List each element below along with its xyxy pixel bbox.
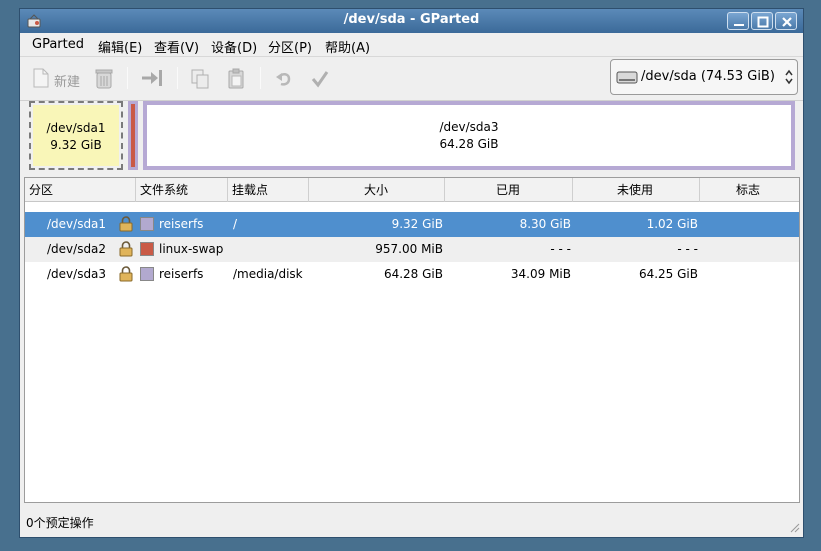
filesystem-color-swatch <box>140 267 154 281</box>
paste-button[interactable] <box>226 66 248 92</box>
delete-button[interactable] <box>94 66 116 92</box>
menu-gparted[interactable]: GParted <box>32 37 84 52</box>
column-header-unused[interactable]: 未使用 <box>573 178 700 202</box>
cell-unused: 1.02 GiB <box>646 217 698 231</box>
column-header-size[interactable]: 大小 <box>309 178 445 202</box>
minimize-icon <box>734 24 744 26</box>
resize-grip-icon[interactable] <box>788 521 800 533</box>
menu-help[interactable]: 帮助(A) <box>325 37 370 56</box>
toolbar-separator <box>177 67 178 89</box>
table-header: 分区 文件系统 挂载点 大小 已用 未使用 标志 <box>25 178 799 202</box>
new-button[interactable]: 新建 <box>32 66 84 92</box>
cell-mountpoint: /media/disk <box>233 267 303 281</box>
device-selector[interactable]: /dev/sda (74.53 GiB) <box>610 59 798 95</box>
partition-table: 分区 文件系统 挂载点 大小 已用 未使用 标志 /dev/sda1 reise… <box>24 177 800 503</box>
delete-icon <box>95 69 113 89</box>
column-header-partition[interactable]: 分区 <box>25 178 136 202</box>
maximize-icon <box>757 16 769 28</box>
cell-mountpoint: / <box>233 217 238 231</box>
apply-icon <box>311 71 329 88</box>
lock-icon <box>119 241 133 257</box>
sda1-usage-fill: /dev/sda1 9.32 GiB <box>33 105 119 166</box>
undo-icon <box>276 73 291 86</box>
cell-used: 8.30 GiB <box>519 217 571 231</box>
lock-icon <box>119 216 133 232</box>
column-header-filesystem[interactable]: 文件系统 <box>136 178 228 202</box>
cell-size: 9.32 GiB <box>391 217 443 231</box>
close-button[interactable] <box>775 12 797 30</box>
diskmap-label-size: 64.28 GiB <box>439 137 499 151</box>
gparted-window: /dev/sda - GParted GParted 编辑(E) 查看(V) 设… <box>19 8 804 538</box>
resize-move-button[interactable] <box>140 66 166 92</box>
new-label: 新建 <box>54 75 81 90</box>
diskmap-partition-sda1[interactable]: /dev/sda1 9.32 GiB <box>29 101 123 170</box>
paste-icon <box>228 68 244 89</box>
pending-operations-status: 0个预定操作 <box>26 516 94 530</box>
new-icon <box>33 68 49 88</box>
column-header-flags[interactable]: 标志 <box>700 178 799 202</box>
cell-partition: /dev/sda2 <box>47 242 107 256</box>
diskmap-partition-sda2[interactable] <box>128 101 138 170</box>
menu-edit[interactable]: 编辑(E) <box>98 37 142 56</box>
column-header-mountpoint[interactable]: 挂载点 <box>228 178 309 202</box>
table-row[interactable]: /dev/sda1 reiserfs / 9.32 GiB 8.30 GiB 1… <box>25 212 799 237</box>
hard-disk-icon <box>616 71 638 84</box>
copy-button[interactable] <box>190 66 212 92</box>
device-selector-value: /dev/sda (74.53 GiB) <box>641 69 775 84</box>
cell-used: 34.09 MiB <box>510 267 571 281</box>
menu-view[interactable]: 查看(V) <box>154 37 199 56</box>
minimize-button[interactable] <box>727 12 749 30</box>
diskmap-label-name: /dev/sda3 <box>439 120 499 134</box>
maximize-button[interactable] <box>751 12 773 30</box>
toolbar-separator <box>127 67 128 89</box>
toolbar: 新建 /dev/sda (74.53 GiB) <box>20 57 803 101</box>
cell-used: - - - <box>550 242 571 256</box>
lock-icon <box>119 266 133 282</box>
status-bar: 0个预定操作 <box>24 509 800 533</box>
diskmap-label-name: /dev/sda1 <box>46 121 106 135</box>
cell-partition: /dev/sda3 <box>47 267 107 281</box>
toolbar-separator <box>260 67 261 89</box>
cell-partition: /dev/sda1 <box>47 217 107 231</box>
cell-unused: - - - <box>677 242 698 256</box>
window-title: /dev/sda - GParted <box>343 12 480 27</box>
cell-filesystem: reiserfs <box>159 267 204 281</box>
table-row[interactable]: /dev/sda2 linux-swap 957.00 MiB - - - - … <box>25 237 799 262</box>
title-bar[interactable]: /dev/sda - GParted <box>20 9 803 33</box>
menu-device[interactable]: 设备(D) <box>211 37 257 56</box>
undo-button[interactable] <box>274 66 296 92</box>
combo-arrows-icon <box>785 69 793 85</box>
diskmap-partition-sda3[interactable]: /dev/sda3 64.28 GiB <box>143 101 795 170</box>
cell-size: 957.00 MiB <box>375 242 443 256</box>
apply-button[interactable] <box>310 66 332 92</box>
cell-filesystem: reiserfs <box>159 217 204 231</box>
close-icon <box>782 17 792 27</box>
cell-unused: 64.25 GiB <box>638 267 698 281</box>
filesystem-color-swatch <box>140 217 154 231</box>
menu-partition[interactable]: 分区(P) <box>268 37 312 56</box>
cell-filesystem: linux-swap <box>159 242 224 256</box>
copy-icon <box>191 69 209 89</box>
diskmap-label-size: 9.32 GiB <box>50 138 102 152</box>
cell-size: 64.28 GiB <box>383 267 443 281</box>
column-header-used[interactable]: 已用 <box>445 178 573 202</box>
resize-move-icon <box>142 70 162 86</box>
table-row[interactable]: /dev/sda3 reiserfs /media/disk 64.28 GiB… <box>25 262 799 287</box>
filesystem-color-swatch <box>140 242 154 256</box>
menu-bar: GParted 编辑(E) 查看(V) 设备(D) 分区(P) 帮助(A) <box>20 33 803 57</box>
disk-map: /dev/sda1 9.32 GiB /dev/sda3 64.28 GiB <box>26 100 799 173</box>
